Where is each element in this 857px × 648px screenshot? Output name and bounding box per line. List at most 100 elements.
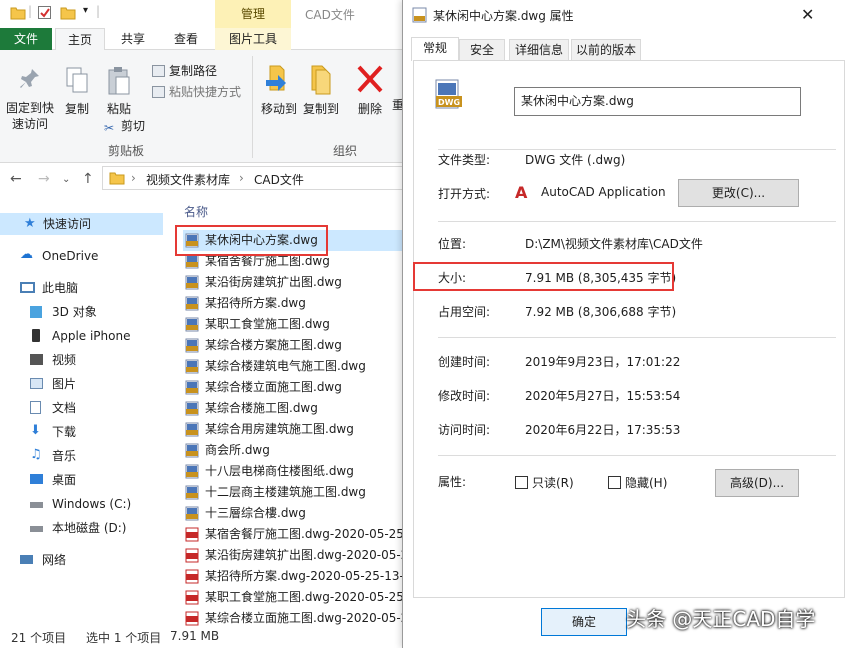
cloud-icon: ☁ [20, 247, 33, 262]
back-arrow-icon[interactable]: ← [10, 171, 22, 187]
size-on-disk-value: 7.92 MB (8,306,688 字节) [525, 305, 677, 319]
pdf-file-icon [185, 569, 199, 584]
tab-previous-versions[interactable]: 以前的版本 [571, 39, 641, 61]
dwg-file-icon [185, 464, 199, 479]
accessed-row: 访问时间: 2020年6月22日，17:35:53 [414, 421, 844, 441]
delete-button[interactable]: 删除 [352, 62, 388, 117]
readonly-checkbox[interactable] [515, 476, 528, 489]
move-to-button[interactable]: 移动到 [258, 62, 300, 117]
dwg-file-icon [412, 7, 427, 23]
properties-check-icon[interactable] [37, 5, 53, 20]
cut-button[interactable]: ✂ 剪切 [104, 117, 145, 135]
clipboard-group-label: 剪贴板 [108, 144, 145, 158]
close-icon[interactable]: ✕ [801, 5, 814, 24]
file-name-field[interactable]: 某休闲中心方案.dwg [514, 87, 801, 116]
file-row[interactable]: 某招待所方案.dwg-2020-05-25-13-5 [183, 566, 413, 587]
file-row[interactable]: 某招待所方案.dwg [183, 293, 413, 314]
file-row[interactable]: 十三層综合樓.dwg [183, 503, 413, 524]
dwg-file-icon [185, 296, 199, 311]
copy-to-button[interactable]: 复制到 [300, 62, 342, 117]
up-arrow-icon[interactable]: ↑ [82, 171, 94, 187]
file-row[interactable]: 商会所.dwg [183, 440, 413, 461]
pin-quick-access-button[interactable]: 固定到快速访问 [4, 66, 56, 132]
recent-locations-chevron-icon[interactable]: ⌄ [62, 174, 70, 185]
toolbar-divider: | [96, 4, 101, 18]
forward-arrow-icon[interactable]: → [38, 171, 50, 187]
file-row[interactable]: 十八层电梯商住楼图纸.dwg [183, 461, 413, 482]
location-label: 位置: [438, 237, 467, 251]
paste-shortcut-button[interactable]: 粘贴快捷方式 [152, 83, 241, 100]
dwg-badge-text: DWG [438, 98, 460, 107]
new-folder-icon[interactable] [60, 5, 76, 20]
toolbar-divider: | [28, 4, 33, 18]
window-title: CAD文件 [305, 8, 355, 22]
file-name: 某综合楼建筑电气施工图.dwg [205, 359, 366, 373]
pin-quick-access-label: 固定到快速访问 [5, 101, 54, 131]
tab-details[interactable]: 详细信息 [509, 39, 569, 61]
created-row: 创建时间: 2019年9月23日，17:01:22 [414, 353, 844, 373]
tab-security[interactable]: 安全 [459, 39, 505, 61]
dialog-title-bar: 某休闲中心方案.dwg 属性 ✕ [403, 0, 857, 30]
dwg-file-icon [185, 401, 199, 416]
folder-icon[interactable] [10, 5, 26, 20]
location-row: 位置: D:\ZM\视频文件素材库\CAD文件 [414, 235, 844, 255]
file-row[interactable]: 某职工食堂施工图.dwg [183, 314, 413, 335]
network-icon [20, 555, 33, 564]
advanced-button[interactable]: 高级(D)... [715, 469, 799, 497]
computer-icon [20, 282, 35, 293]
tab-file[interactable]: 文件 [0, 28, 52, 50]
context-tab-manage: 管理 [215, 0, 291, 28]
customize-toolbar-dropdown[interactable]: ▾ [83, 5, 88, 16]
divider [438, 149, 836, 150]
sidebar-item-label: 视频 [52, 353, 77, 367]
file-row[interactable]: 某沿街房建筑扩出图.dwg-2020-05-2 [183, 545, 413, 566]
file-name: 十八层电梯商住楼图纸.dwg [205, 464, 354, 478]
breadcrumb-segment[interactable]: 视频文件素材库 [146, 171, 230, 188]
file-row[interactable]: 某宿舍餐厅施工图.dwg-2020-05-25- [183, 524, 413, 545]
divider [438, 221, 836, 222]
change-button[interactable]: 更改(C)... [678, 179, 799, 207]
size-on-disk-label: 占用空间: [438, 305, 491, 319]
file-type-row: 文件类型: DWG 文件 (.dwg) [414, 151, 844, 171]
tab-picture-tools[interactable]: 图片工具 [215, 28, 291, 50]
address-bar[interactable]: › 视频文件素材库 › CAD文件 [102, 166, 404, 190]
file-row[interactable]: 某职工食堂施工图.dwg-2020-05-25- [183, 587, 413, 608]
file-type-value: DWG 文件 (.dwg) [525, 153, 626, 167]
sidebar-item-quick-access[interactable]: ★ 快速访问 [0, 213, 163, 235]
hidden-label[interactable]: 隐藏(H) [625, 474, 667, 491]
file-row[interactable]: 某综合楼建筑电气施工图.dwg [183, 356, 413, 377]
tab-general[interactable]: 常规 [411, 37, 459, 61]
divider [438, 455, 836, 456]
file-row[interactable]: 某综合楼方案施工图.dwg [183, 335, 413, 356]
file-row[interactable]: 某沿街房建筑扩出图.dwg [183, 272, 413, 293]
file-row[interactable]: 某综合楼立面施工图.dwg [183, 377, 413, 398]
file-row[interactable]: 某综合楼施工图.dwg [183, 398, 413, 419]
dwg-file-icon [185, 485, 199, 500]
accessed-value: 2020年6月22日，17:35:53 [525, 423, 681, 437]
copy-button[interactable]: 复制 [60, 66, 94, 117]
file-row[interactable]: 某综合用房建筑施工图.dwg [183, 419, 413, 440]
copy-icon [66, 67, 88, 93]
file-name: 某综合用房建筑施工图.dwg [205, 422, 354, 436]
tab-view[interactable]: 查看 [162, 28, 210, 50]
breadcrumb-segment[interactable]: CAD文件 [254, 171, 304, 188]
readonly-label[interactable]: 只读(R) [532, 474, 574, 491]
dwg-file-icon [185, 338, 199, 353]
tab-share[interactable]: 共享 [110, 28, 156, 50]
file-row[interactable]: 十二层商主楼建筑施工图.dwg [183, 482, 413, 503]
copy-path-button[interactable]: 复制路径 [152, 62, 217, 79]
breadcrumb-separator: › [239, 171, 244, 185]
hidden-checkbox[interactable] [608, 476, 621, 489]
delete-label: 删除 [357, 102, 382, 116]
ok-button[interactable]: 确定 [541, 608, 627, 636]
created-label: 创建时间: [438, 355, 491, 369]
sidebar-item-label: 下载 [52, 425, 77, 439]
folder-icon [109, 172, 125, 185]
column-header-name[interactable]: 名称 [184, 203, 208, 220]
accessed-label: 访问时间: [438, 423, 491, 437]
phone-icon [32, 329, 40, 342]
general-panel: DWG 某休闲中心方案.dwg 文件类型: DWG 文件 (.dwg) 打开方式… [413, 60, 845, 598]
paste-button[interactable]: 粘贴 [102, 66, 136, 117]
tab-home[interactable]: 主页 [55, 28, 105, 50]
cube-icon [30, 306, 42, 318]
